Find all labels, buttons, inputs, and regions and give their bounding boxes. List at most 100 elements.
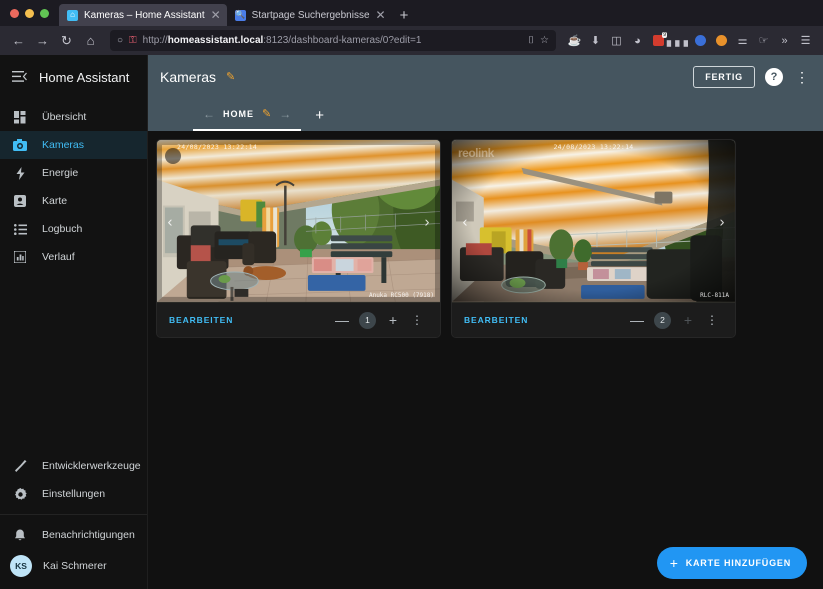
dashboard-toolbar: Kameras ✎ FERTIG ? ⋮ <box>148 55 823 99</box>
increase-position-button[interactable]: + <box>380 313 406 327</box>
maximize-window-button[interactable] <box>40 9 49 18</box>
user-name: Kai Schmerer <box>43 560 107 572</box>
url-prefix: http:// <box>143 35 168 46</box>
decrease-position-button[interactable]: — <box>329 313 355 327</box>
plus-icon: + <box>670 556 679 570</box>
camera-feed-2[interactable]: reolink 24/08/2023 13:22:14 RLC-811A ‹ › <box>452 140 735 303</box>
history-icon[interactable]: ◕ <box>628 31 647 50</box>
sidebar-item-ubersicht[interactable]: Übersicht <box>0 103 147 131</box>
hammer-icon <box>12 460 28 473</box>
map-icon <box>12 195 28 207</box>
window-controls <box>8 0 59 26</box>
edit-card-button[interactable]: BEARBEITEN <box>169 315 233 325</box>
forward-icon[interactable]: → <box>32 30 53 51</box>
camera-feed-1[interactable]: 24/08/2023 13:22:14 Anuka RC500 (7918) ‹… <box>157 140 440 303</box>
translate-icon[interactable]: ⚌ <box>733 31 752 50</box>
move-view-left-icon[interactable]: ← <box>203 108 215 120</box>
sidebar-item-logbuch[interactable]: Logbuch <box>0 215 147 243</box>
ublock-icon[interactable]: 9 <box>649 31 668 50</box>
add-card-label: KARTE HINZUFÜGEN <box>686 558 791 568</box>
pocket-icon[interactable]: ☕ <box>565 31 584 50</box>
browser-tab-1[interactable]: 🔍 Startpage Suchergebnisse ✕ <box>227 4 392 26</box>
menu-icon[interactable]: ☰ <box>796 31 815 50</box>
sidebar-item-label: Verlauf <box>42 251 75 263</box>
add-view-button[interactable]: + <box>301 108 338 123</box>
dashboard-header: Kameras ✎ FERTIG ? ⋮ ← HOME ✎ → + <box>148 55 823 131</box>
sidebar-item-verlauf[interactable]: Verlauf <box>0 243 147 271</box>
add-card-button[interactable]: + KARTE HINZUFÜGEN <box>657 547 807 579</box>
camera-prev-arrow[interactable]: ‹ <box>456 214 474 229</box>
overflow-menu-icon[interactable]: ⋮ <box>793 70 811 84</box>
help-icon[interactable]: ? <box>765 68 783 86</box>
browser-nav-bar: ← → ↻ ⌂ ○ ⚿ http://homeassistant.local:8… <box>0 26 823 55</box>
edit-card-button[interactable]: BEARBEITEN <box>464 315 528 325</box>
bell-icon <box>12 529 28 542</box>
shield-icon[interactable]: ○ <box>117 36 123 46</box>
camera-model-label: Anuka RC500 (7918) <box>369 292 434 299</box>
camera-timestamp: 24/08/2023 13:22:14 <box>452 143 735 151</box>
pointer-icon[interactable]: ☞ <box>754 31 773 50</box>
home-icon[interactable]: ⌂ <box>80 30 101 51</box>
new-tab-button[interactable]: + <box>392 8 417 26</box>
menu-collapse-icon[interactable] <box>12 70 27 84</box>
gear-icon <box>12 488 28 501</box>
dashboard-content: 24/08/2023 13:22:14 Anuka RC500 (7918) ‹… <box>148 131 823 589</box>
move-view-right-icon[interactable]: → <box>279 108 291 120</box>
close-tab-icon[interactable]: ✕ <box>376 9 386 21</box>
browser-tab-0[interactable]: ⌂ Kameras – Home Assistant ✕ <box>59 4 227 26</box>
sidebar-item-label: Einstellungen <box>42 488 105 500</box>
camera-image-terrace-2 <box>452 140 735 302</box>
sidebar-nav: Übersicht Kameras Energie <box>0 99 147 278</box>
card-overflow-menu-icon[interactable]: ⋮ <box>701 314 723 326</box>
camera-prev-arrow[interactable]: ‹ <box>161 214 179 229</box>
view-tab-home[interactable]: ← HOME ✎ → <box>193 99 301 131</box>
profile-icon[interactable] <box>712 31 731 50</box>
sidebar-item-energie[interactable]: Energie <box>0 159 147 187</box>
done-button[interactable]: FERTIG <box>693 66 755 88</box>
card-overflow-menu-icon[interactable]: ⋮ <box>406 314 428 326</box>
overflow-icon[interactable]: » <box>775 31 794 50</box>
sidebar-bottom: Entwicklerwerkzeuge Einstellungen Benach… <box>0 452 147 589</box>
back-icon[interactable]: ← <box>8 30 29 51</box>
minimize-window-button[interactable] <box>25 9 34 18</box>
sidebar-item-karte[interactable]: Karte <box>0 187 147 215</box>
sidebar-item-label: Karte <box>42 195 67 207</box>
address-bar[interactable]: ○ ⚿ http://homeassistant.local:8123/dash… <box>110 30 556 51</box>
sidebar-divider <box>0 514 147 515</box>
edit-view-pencil-icon[interactable]: ✎ <box>262 109 271 120</box>
browser-window: ⌂ Kameras – Home Assistant ✕ 🔍 Startpage… <box>0 0 823 589</box>
sidebar-item-label: Übersicht <box>42 111 86 123</box>
close-window-button[interactable] <box>10 9 19 18</box>
bookmark-icon[interactable]: ☆ <box>540 36 549 46</box>
edit-title-pencil-icon[interactable]: ✎ <box>226 72 235 83</box>
barcode-icon[interactable]: ▖▖▖ <box>670 31 689 50</box>
sidebar-item-label: Logbuch <box>42 223 82 235</box>
camera-image-terrace-1 <box>157 140 440 302</box>
sidebar-icon[interactable]: ◫ <box>607 31 626 50</box>
camera-next-arrow[interactable]: › <box>713 214 731 229</box>
tab-title: Startpage Suchergebnisse <box>252 10 370 21</box>
increase-position-button: + <box>675 313 701 327</box>
close-tab-icon[interactable]: ✕ <box>211 9 221 21</box>
camera-card-1[interactable]: 24/08/2023 13:22:14 Anuka RC500 (7918) ‹… <box>156 139 441 338</box>
camera-next-arrow[interactable]: › <box>418 214 436 229</box>
lock-icon[interactable]: ⚿ <box>129 36 137 46</box>
sidebar-item-einstellungen[interactable]: Einstellungen <box>0 480 147 508</box>
sidebar-item-benachrichtigungen[interactable]: Benachrichtigungen 1 <box>0 521 147 549</box>
reload-icon[interactable]: ↻ <box>56 30 77 51</box>
application-area: Home Assistant Übersicht Kameras <box>0 55 823 589</box>
card-edit-bar-2: BEARBEITEN — 2 + ⋮ <box>452 303 735 337</box>
download-icon[interactable]: ⬇ <box>586 31 605 50</box>
camera-card-2[interactable]: reolink 24/08/2023 13:22:14 RLC-811A ‹ ›… <box>451 139 736 338</box>
card-position-badge: 2 <box>654 312 671 329</box>
startpage-icon: 🔍 <box>235 10 246 21</box>
globe-icon[interactable] <box>691 31 710 50</box>
decrease-position-button[interactable]: — <box>624 313 650 327</box>
url-text: http://homeassistant.local:8123/dashboar… <box>143 35 522 46</box>
sidebar-item-entwicklerwerkzeuge[interactable]: Entwicklerwerkzeuge <box>0 452 147 480</box>
sidebar-item-kameras[interactable]: Kameras <box>0 131 147 159</box>
sidebar-item-label: Kameras <box>42 139 84 151</box>
sidebar-item-user[interactable]: KS Kai Schmerer <box>0 549 147 583</box>
reader-mode-icon[interactable]: ⌷ <box>528 36 534 46</box>
sidebar-item-label: Benachrichtigungen <box>42 529 135 541</box>
